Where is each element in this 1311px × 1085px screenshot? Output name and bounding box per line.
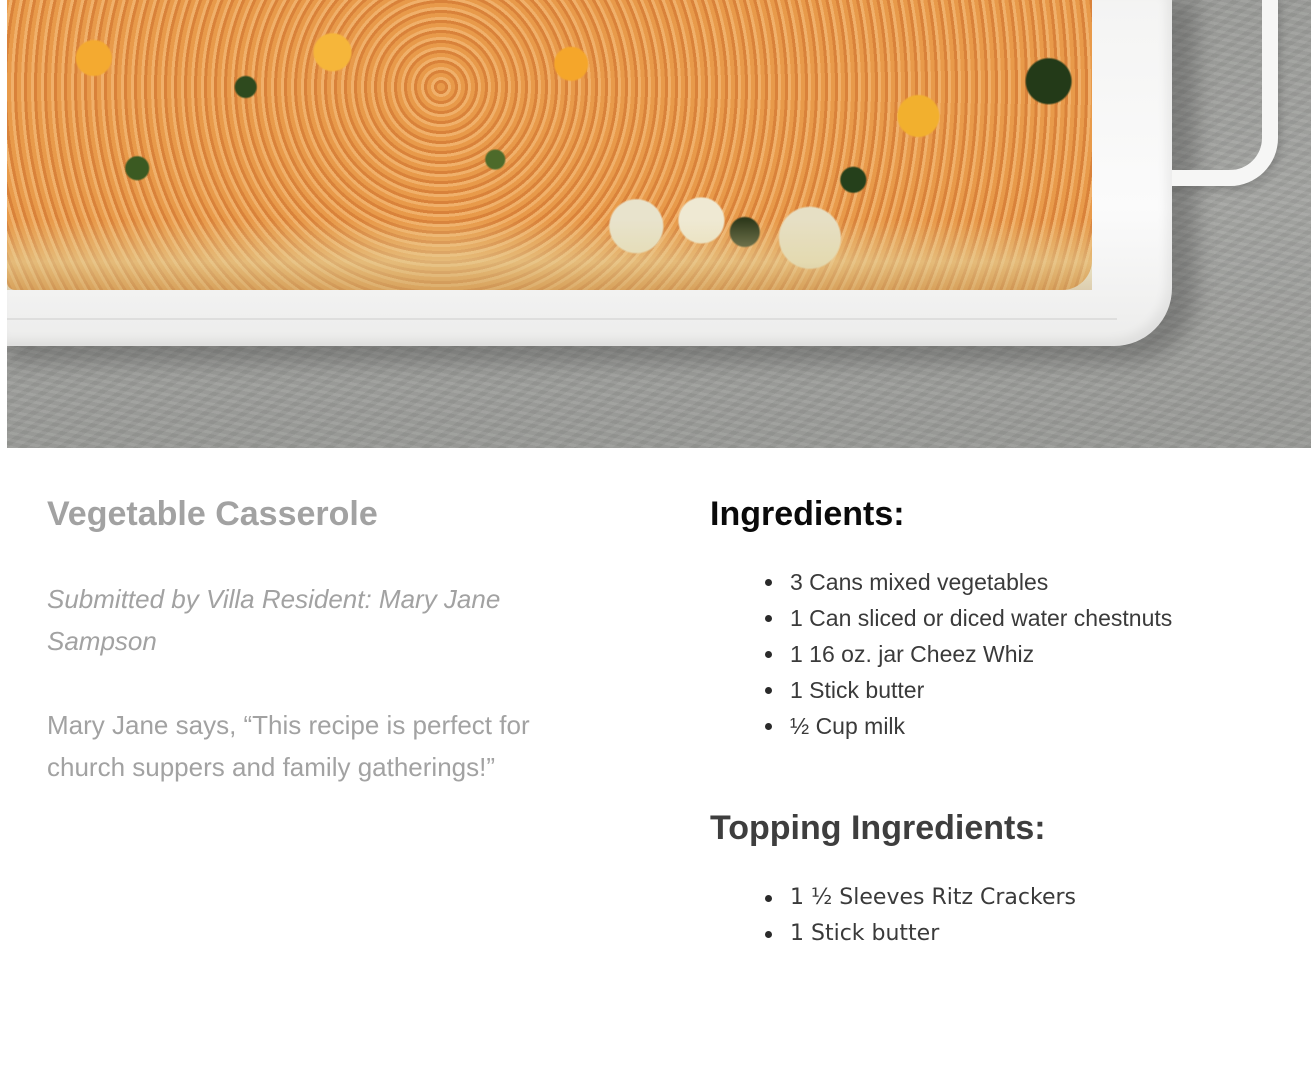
ingredient-text: 1 16 oz. jar Cheez Whiz <box>790 641 1035 667</box>
recipe-quote: Mary Jane says, “This recipe is perfect … <box>47 710 530 782</box>
bullet-icon <box>765 895 772 902</box>
list-item: 1 ½ Sleeves Ritz Crackers <box>765 880 1300 916</box>
topping-text: 1 Stick butter <box>790 921 940 946</box>
ingredients-section: Ingredients: 3 Cans mixed vegetables 1 C… <box>710 492 1300 952</box>
ingredients-list: 3 Cans mixed vegetables 1 Can sliced or … <box>710 564 1300 744</box>
dish-handle <box>1157 0 1278 186</box>
recipe-title: Vegetable Casserole <box>47 495 378 533</box>
casserole-food <box>7 0 1092 290</box>
list-item: 1 Stick butter <box>765 672 1300 708</box>
ingredient-text: ½ Cup milk <box>790 713 906 739</box>
recipe-page: Vegetable Casserole Submitted by Villa R… <box>0 0 1311 1085</box>
list-item: 1 Stick butter <box>765 916 1300 952</box>
bullet-icon <box>765 651 772 658</box>
submitted-by: Submitted by Villa Resident: Mary Jane S… <box>47 584 501 656</box>
ingredient-text: 3 Cans mixed vegetables <box>790 569 1049 595</box>
topping-text: 1 ½ Sleeves Ritz Crackers <box>790 885 1077 910</box>
recipe-info: Vegetable Casserole Submitted by Villa R… <box>47 492 607 788</box>
list-item: ½ Cup milk <box>765 708 1300 744</box>
ingredients-heading: Ingredients: <box>710 495 905 533</box>
ingredient-text: 1 Stick butter <box>790 677 925 703</box>
list-item: 1 16 oz. jar Cheez Whiz <box>765 636 1300 672</box>
list-item: 3 Cans mixed vegetables <box>765 564 1300 600</box>
ingredient-text: 1 Can sliced or diced water chestnuts <box>790 605 1173 631</box>
bullet-icon <box>765 931 772 938</box>
dish-rim <box>7 318 1117 320</box>
topping-list: 1 ½ Sleeves Ritz Crackers 1 Stick butter <box>710 880 1300 952</box>
list-item: 1 Can sliced or diced water chestnuts <box>765 600 1300 636</box>
bullet-icon <box>765 579 772 586</box>
bullet-icon <box>765 615 772 622</box>
topping-heading: Topping Ingredients: <box>710 809 1046 847</box>
casserole-photo <box>7 0 1311 448</box>
bullet-icon <box>765 723 772 730</box>
bullet-icon <box>765 687 772 694</box>
